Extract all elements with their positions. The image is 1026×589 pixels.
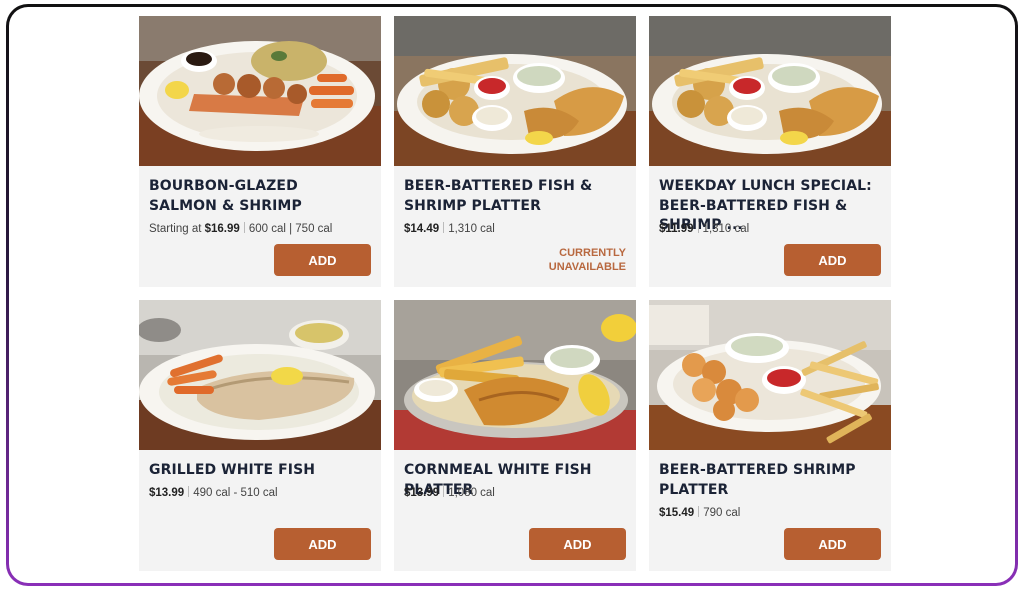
item-price-line: $13.99 1,080 cal (404, 486, 495, 499)
item-price: $13.99 (404, 487, 440, 499)
menu-item-card[interactable]: GRILLED WHITE FISH $13.99 490 cal - 510 c… (139, 300, 381, 571)
item-title: GRILLED WHITE FISH (149, 462, 316, 478)
item-price: $15.49 (659, 507, 695, 519)
item-price: $13.99 (149, 487, 185, 499)
item-calories: 600 cal | 750 cal (248, 223, 333, 235)
item-price-line: Starting at $16.99 600 cal | 750 cal (149, 222, 332, 235)
add-button[interactable]: ADD (529, 528, 626, 560)
menu-item-card[interactable]: CORNMEAL WHITE FISH PLATTER $13.99 1,080 … (394, 300, 636, 571)
item-price-line: $13.99 490 cal - 510 cal (149, 486, 278, 499)
dish-photo[interactable] (649, 16, 891, 166)
dish-photo[interactable] (649, 300, 891, 450)
item-title: BOURBON-GLAZED SALMON & SHRIMP (149, 178, 302, 214)
item-price-line: $14.49 1,310 cal (404, 222, 495, 235)
dish-photo[interactable] (394, 300, 636, 450)
item-calories: 490 cal - 510 cal (193, 487, 278, 499)
menu-grid: BOURBON-GLAZED SALMON & SHRIMP Starting … (9, 7, 1015, 583)
item-price: $16.99 (204, 223, 240, 235)
item-price: $14.49 (404, 223, 440, 235)
divider (443, 222, 445, 233)
divider (697, 222, 699, 233)
add-button[interactable]: ADD (274, 528, 371, 560)
menu-item-card[interactable]: WEEKDAY LUNCH SPECIAL: BEER-BATTERED FIS… (649, 16, 891, 287)
item-price-line: $11.99 1,310 cal (659, 222, 749, 235)
item-calories: 1,310 cal (448, 223, 495, 235)
item-price: $11.99 (659, 223, 694, 235)
add-button[interactable]: ADD (274, 244, 371, 276)
dish-photo[interactable] (394, 16, 636, 166)
divider (698, 506, 700, 517)
item-calories: 1,310 cal (702, 223, 750, 235)
item-title: BEER-BATTERED FISH & SHRIMP PLATTER (404, 178, 593, 214)
price-prefix: Starting at (149, 223, 202, 235)
unavailable-status: CURRENTLY UNAVAILABLE (548, 247, 626, 273)
menu-item-card[interactable]: BEER-BATTERED SHRIMP PLATTER $15.49 790 c… (649, 300, 891, 571)
device-frame: BOURBON-GLAZED SALMON & SHRIMP Starting … (6, 4, 1018, 586)
item-title: BEER-BATTERED SHRIMP PLATTER (659, 462, 856, 498)
divider (443, 486, 445, 497)
divider (188, 486, 190, 497)
add-button[interactable]: ADD (784, 528, 881, 560)
item-calories: 1,080 cal (448, 487, 495, 499)
dish-photo[interactable] (139, 16, 381, 166)
item-calories: 790 cal (703, 507, 741, 519)
add-button[interactable]: ADD (784, 244, 881, 276)
dish-photo[interactable] (139, 300, 381, 450)
menu-item-card[interactable]: BOURBON-GLAZED SALMON & SHRIMP Starting … (139, 16, 381, 287)
divider (243, 222, 245, 233)
menu-item-card[interactable]: BEER-BATTERED FISH & SHRIMP PLATTER $14.… (394, 16, 636, 287)
item-price-line: $15.49 790 cal (659, 506, 740, 519)
